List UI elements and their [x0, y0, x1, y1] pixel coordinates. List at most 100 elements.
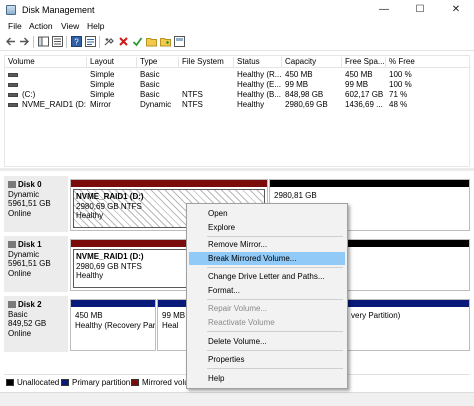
volume-icon — [8, 93, 18, 97]
status-bar — [0, 392, 474, 406]
volume-capacity: 848,98 GB — [285, 90, 324, 99]
partition-detail: 450 MB — [75, 311, 103, 320]
delete-icon[interactable] — [118, 36, 129, 47]
disk-status: Online — [8, 208, 32, 218]
view-icon[interactable] — [174, 36, 185, 47]
disk-status: Online — [8, 268, 32, 278]
volume-name: NVME_RAID1 (D:) — [22, 100, 86, 109]
back-arrow-icon[interactable] — [5, 36, 16, 47]
volume-percent-free: 48 % — [389, 100, 408, 109]
volume-type: Basic — [140, 90, 160, 99]
column-free-space[interactable]: Free Spa... — [342, 57, 386, 68]
menu-remove-mirror[interactable]: Remove Mirror... — [189, 238, 345, 251]
partition-name: NVME_RAID1 (D:) — [76, 192, 144, 201]
volume-file-system: NTFS — [182, 100, 203, 109]
volume-name: (C:) — [22, 90, 36, 99]
menu-repair-volume: Repair Volume... — [208, 304, 268, 313]
disk-name: Disk 0 — [18, 180, 42, 189]
volume-type: Basic — [140, 80, 160, 89]
volume-list: Volume Layout Type File System Status Ca… — [4, 55, 471, 167]
column-capacity[interactable]: Capacity — [282, 57, 342, 68]
new-folder-icon[interactable] — [160, 36, 171, 47]
toolbar: ? — [0, 33, 474, 51]
disk-management-icon — [6, 5, 16, 15]
volume-row[interactable]: NVME_RAID1 (D:) Mirror Dynamic NTFS Heal… — [5, 100, 471, 110]
volume-free-space: 1436,69 ... — [345, 100, 383, 109]
volume-layout: Mirror — [90, 100, 111, 109]
connect-icon[interactable] — [104, 36, 115, 47]
volume-row[interactable]: Simple Basic Healthy (E... 99 MB 99 MB 1… — [5, 80, 471, 90]
volume-percent-free: 100 % — [389, 70, 412, 79]
partition-detail: 2980,81 GB — [274, 191, 317, 200]
minimize-button[interactable]: — — [366, 0, 402, 20]
properties-list-icon[interactable] — [52, 36, 63, 47]
volume-list-header: Volume Layout Type File System Status Ca… — [5, 56, 471, 68]
menu-break-mirrored-volume[interactable]: Break Mirrored Volume... — [189, 252, 345, 265]
volume-status: Healthy (R... — [237, 70, 281, 79]
volume-row[interactable]: Simple Basic Healthy (R... 450 MB 450 MB… — [5, 70, 471, 80]
volume-capacity: 2980,69 GB — [285, 100, 328, 109]
volume-free-space: 602,17 GB — [345, 90, 384, 99]
legend-swatch-mirrored — [131, 379, 139, 386]
check-icon[interactable] — [132, 36, 143, 47]
volume-free-space: 450 MB — [345, 70, 373, 79]
volume-icon — [8, 103, 18, 107]
legend-label-mirrored: Mirrored volu — [142, 378, 189, 387]
volume-capacity: 450 MB — [285, 70, 313, 79]
menu-help[interactable]: Help — [189, 372, 345, 385]
volume-percent-free: 100 % — [389, 80, 412, 89]
menu-action[interactable]: Action — [29, 21, 53, 31]
volume-status: Healthy (E... — [237, 80, 281, 89]
menu-change-drive-letter[interactable]: Change Drive Letter and Paths... — [189, 270, 345, 283]
menu-help[interactable]: Help — [87, 21, 104, 31]
disk-label[interactable]: Disk 1 Dynamic 5961,51 GB Online — [4, 236, 68, 292]
menu-bar: File Action View Help — [0, 20, 474, 33]
menu-view[interactable]: View — [61, 21, 79, 31]
disk-size: 849,52 GB — [8, 319, 47, 328]
volume-status: Healthy — [237, 100, 265, 109]
menu-properties[interactable]: Properties — [189, 353, 345, 366]
column-type[interactable]: Type — [137, 57, 179, 68]
menu-file[interactable]: File — [8, 21, 22, 31]
disk-type: Dynamic — [8, 189, 40, 199]
partition-status: very Partition) — [351, 311, 401, 320]
volume-layout: Simple — [90, 70, 115, 79]
svg-text:?: ? — [74, 38, 79, 47]
column-file-system[interactable]: File System — [179, 57, 234, 68]
menu-open[interactable]: Open — [189, 207, 345, 220]
disk-list-icon[interactable] — [85, 36, 96, 47]
partition-color-bar — [270, 180, 469, 187]
volume-icon — [8, 73, 18, 77]
disk-label[interactable]: Disk 0 Dynamic 5961,51 GB Online — [4, 176, 68, 232]
open-folder-icon[interactable] — [146, 36, 157, 47]
disk-type: Basic — [8, 309, 28, 319]
disk-name: Disk 2 — [18, 300, 42, 309]
column-percent-free[interactable]: % Free — [386, 57, 471, 68]
menu-delete-volume[interactable]: Delete Volume... — [189, 335, 345, 348]
disk-icon — [8, 301, 16, 308]
disk-label[interactable]: Disk 2 Basic 849,52 GB Online — [4, 296, 68, 352]
volume-layout: Simple — [90, 80, 115, 89]
volume-layout: Simple — [90, 90, 115, 99]
console-tree-icon[interactable] — [38, 36, 49, 47]
column-volume[interactable]: Volume — [5, 57, 87, 68]
disk-size: 5961,51 GB — [8, 199, 51, 208]
partition-color-bar — [71, 300, 155, 307]
partition-primary[interactable]: 450 MB Healthy (Recovery Partiti — [70, 299, 156, 351]
menu-format[interactable]: Format... — [189, 284, 345, 297]
disk-icon — [8, 181, 16, 188]
column-status[interactable]: Status — [234, 57, 282, 68]
help-icon[interactable]: ? — [71, 36, 82, 47]
column-layout[interactable]: Layout — [87, 57, 137, 68]
legend-swatch-primary — [61, 379, 69, 386]
partition-status: Healthy (Recovery Partiti — [75, 320, 156, 330]
pane-splitter[interactable] — [0, 168, 474, 171]
menu-explore[interactable]: Explore — [189, 221, 345, 234]
volume-row[interactable]: (C:) Simple Basic NTFS Healthy (B... 848… — [5, 90, 471, 100]
close-button[interactable]: ✕ — [438, 0, 474, 20]
maximize-button[interactable]: ☐ — [402, 0, 438, 20]
disk-size: 5961,51 GB — [8, 259, 51, 268]
volume-status: Healthy (B... — [237, 90, 281, 99]
legend-label-unallocated: Unallocated — [17, 378, 60, 387]
forward-arrow-icon[interactable] — [19, 36, 30, 47]
